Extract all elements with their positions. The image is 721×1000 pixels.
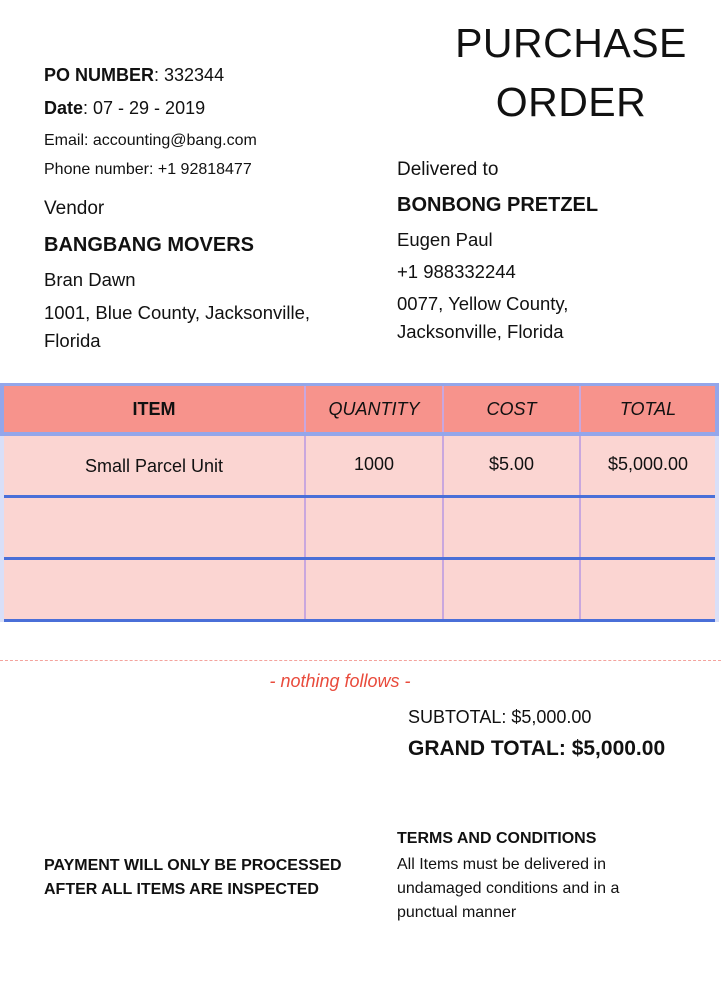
po-number-label: PO NUMBER [44, 65, 155, 85]
grand-total: GRAND TOTAL: $5,000.00 [408, 737, 666, 760]
delivered-to-phone: +1 988332244 [397, 261, 516, 282]
delivered-to-name: BONBONG PRETZEL [397, 194, 599, 216]
title-line-1: PURCHASE [455, 20, 687, 66]
po-date: Date: 07 - 29 - 2019 [44, 98, 205, 119]
vendor-contact: Bran Dawn [44, 269, 136, 290]
column-header-item: ITEM [0, 383, 306, 436]
cell-item [0, 558, 306, 622]
date-value: : 07 - 29 - 2019 [83, 98, 206, 118]
vendor-address: 1001, Blue County, Jacksonville, Florida [44, 299, 310, 355]
column-header-total: TOTAL [579, 383, 719, 436]
table-row: Small Parcel Unit 1000 $5.00 $5,000.00 [0, 434, 719, 498]
email: Email: accounting@bang.com [44, 132, 257, 149]
table-row [0, 558, 719, 622]
vendor-label: Vendor [44, 198, 105, 219]
cell-total: $5,000.00 [579, 434, 719, 498]
terms-text: All Items must be delivered in undamaged… [397, 856, 620, 921]
cell-quantity [304, 558, 444, 622]
cell-quantity: 1000 [304, 434, 444, 498]
terms-heading: TERMS AND CONDITIONS [397, 830, 597, 847]
subtotal: SUBTOTAL: $5,000.00 [408, 707, 592, 727]
cell-total [579, 496, 719, 560]
title-line-2: ORDER [495, 79, 647, 125]
cell-cost: $5.00 [442, 434, 581, 498]
cell-quantity [304, 496, 444, 560]
delivered-to-address-line-2: Jacksonville, Florida [397, 321, 564, 342]
cell-total [579, 558, 719, 622]
phone-number: Phone number: +1 92818477 [44, 161, 252, 178]
document-title: PURCHASE ORDER [440, 14, 702, 132]
po-number-value: : 332344 [154, 65, 225, 85]
po-number: PO NUMBER: 332344 [44, 65, 224, 86]
table-row [0, 496, 719, 560]
cell-item [0, 496, 306, 560]
vendor-address-line-2: Florida [44, 330, 101, 351]
vendor-name: BANGBANG MOVERS [44, 234, 255, 256]
table-header-row: ITEM QUANTITY COST TOTAL [0, 383, 719, 436]
column-header-quantity: QUANTITY [304, 383, 444, 436]
payment-note: PAYMENT WILL ONLY BE PROCESSED AFTER ALL… [44, 857, 342, 898]
vendor-address-line-1: 1001, Blue County, Jacksonville, [44, 302, 311, 323]
nothing-follows-note: - nothing follows - [269, 671, 411, 691]
column-header-cost: COST [442, 383, 581, 436]
cell-item: Small Parcel Unit [0, 434, 306, 498]
delivered-to-address: 0077, Yellow County, Jacksonville, Flori… [397, 290, 568, 346]
cell-cost [442, 496, 581, 560]
delivered-to-label: Delivered to [397, 159, 499, 180]
cell-cost [442, 558, 581, 622]
items-table: ITEM QUANTITY COST TOTAL Small Parcel Un… [0, 383, 719, 622]
delivered-to-address-line-1: 0077, Yellow County, [397, 293, 569, 314]
dashed-divider [0, 660, 721, 661]
delivered-to-contact: Eugen Paul [397, 229, 493, 250]
date-label: Date [44, 98, 84, 118]
